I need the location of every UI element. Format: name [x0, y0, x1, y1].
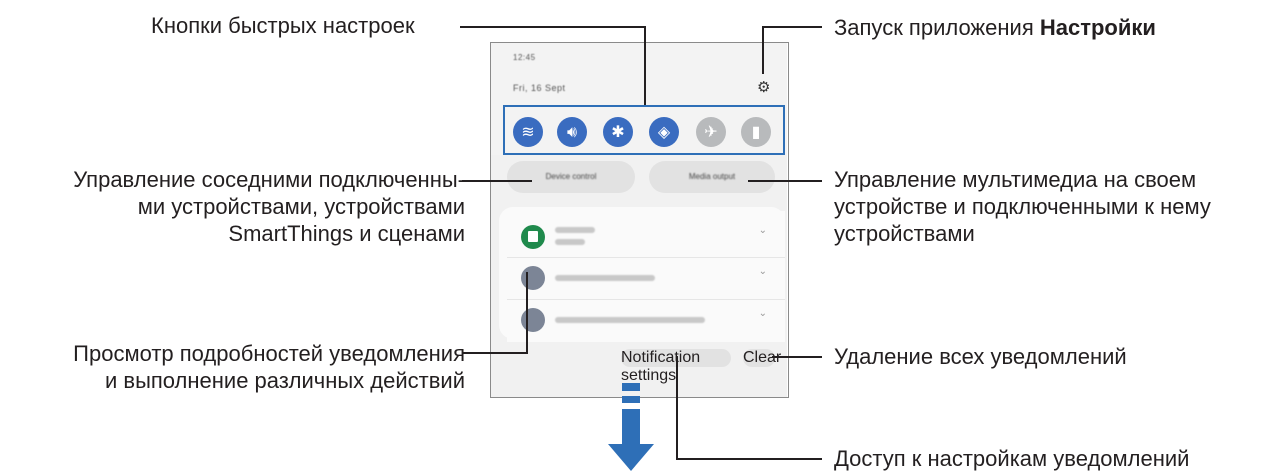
leader-line	[460, 26, 646, 28]
notification-title	[555, 227, 595, 233]
leader-line	[676, 356, 678, 460]
swipe-down-arrow-icon	[608, 444, 654, 471]
chevron-down-icon[interactable]: ⌄	[759, 266, 767, 277]
swipe-arrow-segment	[622, 409, 640, 445]
callout-media-output: Управление мультимедиа на своем устройст…	[834, 167, 1211, 246]
swipe-arrow-segment	[622, 396, 640, 403]
callout-quick-buttons: Кнопки быстрых настроек	[151, 13, 415, 38]
notification-title	[555, 317, 705, 323]
leader-line	[462, 352, 528, 354]
callout-notification-details: Просмотр подробностей уведомления и выпо…	[73, 341, 465, 393]
bluetooth-icon[interactable]: ✱	[603, 117, 633, 147]
notification-area: Device control Media output ⌄ ⌄ ⌄ Notifi…	[491, 155, 787, 397]
clear-button[interactable]: Clear	[743, 349, 782, 367]
notification-panel: 12:45 Fri, 16 Sept ⚙ ≋ 🔊︎ ✱ ◈ ✈ ▮ Device…	[490, 42, 789, 398]
callout-nearby-devices: Управление соседними подключенны- ми уст…	[73, 167, 465, 246]
leader-line	[462, 180, 532, 182]
wifi-icon[interactable]: ≋	[513, 117, 543, 147]
leader-line	[748, 180, 822, 182]
callout-notification-settings: Доступ к настройкам уведомлений	[834, 446, 1190, 471]
usb-icon	[521, 266, 545, 290]
flashlight-icon[interactable]: ▮	[741, 117, 771, 147]
clear-label: Clear	[743, 349, 782, 366]
leader-line	[762, 26, 822, 28]
sound-icon[interactable]: 🔊︎	[557, 117, 587, 147]
leader-line	[644, 26, 646, 105]
airplane-icon[interactable]: ✈	[696, 117, 726, 147]
notification-item[interactable]: ⌄	[507, 211, 785, 253]
notification-item[interactable]: ⌄	[507, 299, 785, 342]
notification-item[interactable]: ⌄	[507, 257, 785, 300]
notification-card: ⌄ ⌄ ⌄	[499, 207, 785, 342]
leader-line	[676, 458, 822, 460]
chevron-down-icon[interactable]: ⌄	[759, 308, 767, 319]
quick-settings-area: 12:45 Fri, 16 Sept ⚙ ≋ 🔊︎ ✱ ◈ ✈ ▮	[491, 43, 787, 155]
leader-line	[762, 26, 764, 74]
gear-icon[interactable]: ⚙	[757, 80, 771, 95]
callout-clear-all: Удаление всех уведомлений	[834, 344, 1127, 369]
leader-line	[772, 356, 822, 358]
notification-subtitle	[555, 239, 585, 245]
media-output-button[interactable]: Media output	[649, 161, 775, 193]
charging-icon	[521, 308, 545, 332]
leader-line	[526, 272, 528, 354]
device-control-button[interactable]: Device control	[507, 161, 635, 193]
chevron-down-icon[interactable]: ⌄	[759, 225, 767, 236]
auto-rotate-icon[interactable]: ◈	[649, 117, 679, 147]
swipe-arrow-segment	[622, 383, 640, 391]
status-date: Fri, 16 Sept	[513, 83, 566, 93]
calendar-icon	[521, 225, 545, 249]
callout-launch-settings: Запуск приложения Настройки	[834, 15, 1156, 40]
notification-title	[555, 275, 655, 281]
status-time: 12:45	[513, 53, 536, 62]
quick-settings-buttons: ≋ 🔊︎ ✱ ◈ ✈ ▮	[503, 105, 785, 155]
